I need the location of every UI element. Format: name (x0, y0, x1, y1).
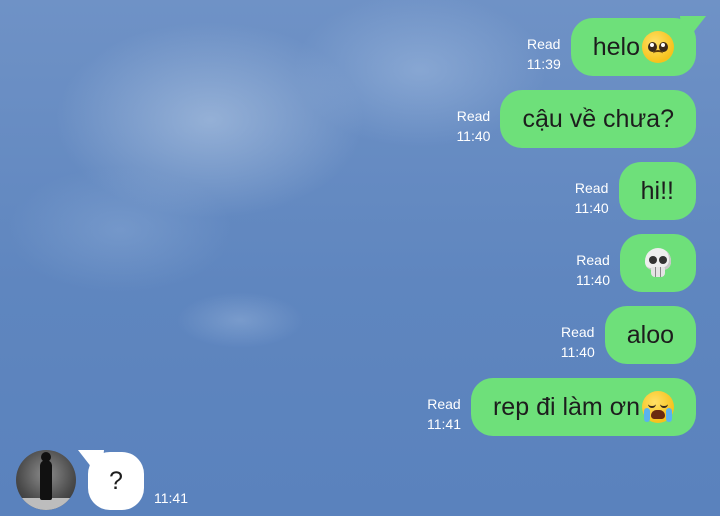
message-meta: Read 11:40 (456, 106, 490, 148)
message-text: cậu về chưa? (522, 104, 674, 133)
message-time: 11:40 (574, 200, 609, 216)
message-text: helo (592, 32, 640, 61)
message-meta: Read 11:40 (575, 178, 609, 220)
message-bubble[interactable]: aloo (604, 306, 696, 364)
outgoing-message: Read 11:41 rep đi làm ơn (427, 378, 696, 436)
message-bubble[interactable]: cậu về chưa? (500, 90, 696, 148)
read-receipt: Read (456, 108, 491, 124)
message-meta: Read 11:40 (576, 250, 610, 292)
message-meta: Read 11:41 (427, 394, 461, 436)
read-receipt: Read (574, 180, 609, 196)
message-meta: Read 11:39 (527, 34, 561, 76)
message-text: ? (109, 466, 123, 495)
message-time: 11:41 (426, 416, 461, 432)
message-bubble[interactable]: rep đi làm ơn (470, 378, 696, 436)
contact-avatar[interactable] (16, 450, 76, 510)
message-bubble[interactable]: hi!! (618, 162, 696, 220)
message-time: 11:40 (560, 344, 595, 360)
incoming-message: ? 11:41 (16, 450, 188, 510)
outgoing-message: Read 11:40 cậu về chưa? (456, 90, 696, 148)
message-time: 11:41 (154, 490, 188, 506)
read-receipt: Read (561, 324, 595, 340)
skull-emoji-icon (644, 248, 672, 278)
message-time: 11:39 (526, 56, 561, 72)
message-bubble[interactable]: helo (570, 16, 706, 76)
read-receipt: Read (427, 396, 461, 412)
message-meta: Read 11:40 (561, 322, 595, 364)
message-time: 11:40 (576, 272, 610, 288)
outgoing-message: Read 11:40 aloo (561, 306, 696, 364)
message-text: aloo (626, 320, 674, 349)
message-text: hi!! (640, 176, 674, 205)
message-time: 11:40 (456, 128, 491, 144)
read-receipt: Read (576, 252, 610, 268)
outgoing-message: Read 11:39 helo (527, 16, 706, 76)
bubble-tail (78, 450, 104, 470)
message-text: rep đi làm ơn (492, 392, 640, 421)
outgoing-message: Read 11:40 (576, 234, 696, 292)
message-bubble[interactable]: ? (78, 450, 144, 510)
pleading-face-emoji-icon (642, 31, 674, 63)
read-receipt: Read (527, 36, 561, 52)
message-bubble[interactable] (620, 234, 696, 292)
outgoing-message: Read 11:40 hi!! (575, 162, 696, 220)
loudly-crying-face-emoji-icon (642, 391, 674, 423)
